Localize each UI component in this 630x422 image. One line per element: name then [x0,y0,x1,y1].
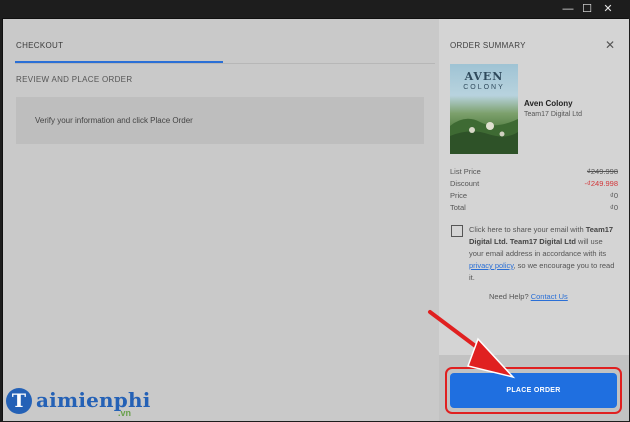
info-box: Verify your information and click Place … [16,97,424,144]
row-label: List Price [450,167,481,176]
checkout-panel: CHECKOUT REVIEW AND PLACE ORDER Verify y… [3,19,439,421]
price-row-total: Total ₫0 [450,203,618,214]
game-cover-image: AVEN COLONY [450,64,518,154]
order-summary-title: ORDER SUMMARY [450,41,526,50]
help-label: Need Help? [489,292,529,301]
consent-part1: Click here to share your email with [469,225,586,234]
row-value: ₫0 [609,191,618,200]
divider [15,63,435,64]
price-row-discount: Discount -₫249.998 [450,179,618,190]
close-icon[interactable]: ✕ [600,1,616,17]
row-value: ₫0 [609,203,618,212]
place-order-button[interactable]: PLACE ORDER [450,373,617,408]
info-text: Verify your information and click Place … [35,116,193,125]
row-value: ₫249.998 [587,167,618,176]
game-title: Aven Colony [524,99,573,108]
logo-suffix: .vn [118,408,132,418]
close-icon[interactable]: ✕ [605,38,615,52]
summary-footer: PLACE ORDER [439,355,629,421]
order-summary-panel: ORDER SUMMARY ✕ AVEN COLONY Aven Colony … [439,19,629,421]
cover-art [450,118,518,154]
section-title: REVIEW AND PLACE ORDER [16,75,133,84]
price-row-price: Price ₫0 [450,191,618,202]
logo-text: aimienphi [36,388,151,412]
share-email-checkbox[interactable] [451,225,463,237]
row-label: Total [450,203,466,212]
window-titlebar: — ☐ ✕ [0,0,630,18]
tab-checkout[interactable]: CHECKOUT [16,41,63,50]
contact-us-link[interactable]: Contact Us [531,292,568,301]
help-line: Need Help? Contact Us [489,292,568,301]
price-row-list: List Price ₫249.998 [450,167,618,178]
row-value: -₫249.998 [584,179,618,188]
minimize-icon[interactable]: — [560,1,576,17]
logo-mark: T [6,388,32,414]
maximize-icon[interactable]: ☐ [579,1,595,17]
row-label: Price [450,191,468,200]
checkout-window: CHECKOUT REVIEW AND PLACE ORDER Verify y… [2,18,629,421]
consent-text: Click here to share your email with Team… [469,224,619,284]
game-publisher: Team17 Digital Ltd [524,111,582,118]
privacy-policy-link[interactable]: privacy policy [469,261,513,270]
row-label: Discount [450,179,480,188]
